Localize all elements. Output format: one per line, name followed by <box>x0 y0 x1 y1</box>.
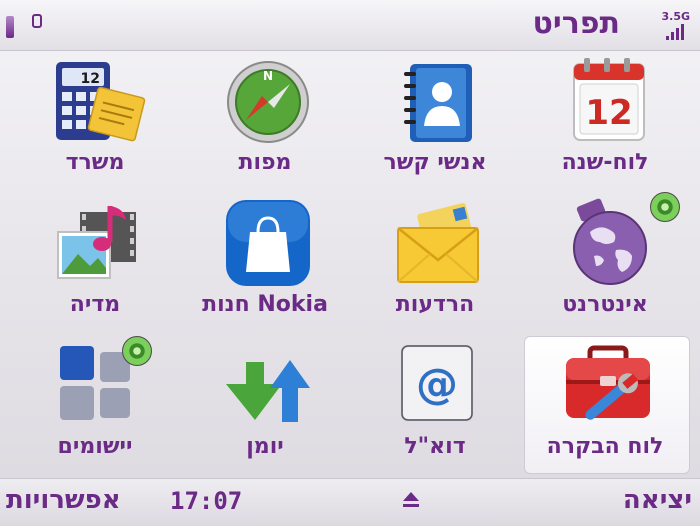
options-softkey[interactable]: אפשרויות <box>6 485 121 515</box>
nokia-store-bag-icon <box>220 198 316 288</box>
internet-globe-icon <box>560 198 656 288</box>
softkey-bar: אפשרויות 17:07 יציאה <box>0 478 700 526</box>
page-title: תפריט <box>532 6 621 41</box>
grid-item-label: דוא"ל <box>404 434 466 459</box>
eject-icon[interactable] <box>400 489 422 511</box>
grid-item-contacts[interactable]: אנשי קשר <box>350 50 520 192</box>
grid-item-applications[interactable]: יישומים <box>10 334 180 476</box>
compass-letter: N <box>263 69 273 83</box>
calendar-day: 12 <box>585 93 632 133</box>
menu-screen: תפריט 3.5G 12 לוח-שנה אנשי קשר N מפות 12… <box>0 0 700 526</box>
grid-item-label: לוח-שנה <box>561 150 649 175</box>
messaging-envelope-icon <box>390 198 486 288</box>
grid-item-email[interactable]: @ דוא"ל <box>350 334 520 476</box>
new-content-indicator-icon <box>122 336 152 366</box>
app-grid: 12 לוח-שנה אנשי קשר N מפות 12 משרד אינטר… <box>10 50 690 475</box>
at-symbol: @ <box>416 359 458 408</box>
calendar-icon: 12 <box>560 56 656 146</box>
network-type-label: 3.5G <box>661 10 690 23</box>
calculator-display: 12 <box>81 71 100 87</box>
exit-softkey[interactable]: יציאה <box>623 485 692 515</box>
media-icon <box>50 198 146 288</box>
grid-item-label: לוח הבקרה <box>546 434 664 459</box>
grid-item-label: משרד <box>65 150 125 175</box>
battery-icon <box>6 16 14 38</box>
grid-item-messaging[interactable]: הרדעות <box>350 192 520 334</box>
grid-item-label: חנות Nokia <box>202 292 328 317</box>
battery-indicator <box>6 10 46 40</box>
grid-item-internet[interactable]: אינטרנט <box>520 192 690 334</box>
grid-item-label: אנשי קשר <box>383 150 487 175</box>
grid-item-log[interactable]: יומן <box>180 334 350 476</box>
grid-item-control-panel[interactable]: לוח הבקרה <box>520 334 690 476</box>
grid-item-label: יישומים <box>57 434 133 459</box>
compass-icon: N <box>220 56 316 146</box>
grid-item-media[interactable]: מדיה <box>10 192 180 334</box>
grid-item-label: מפות <box>238 150 292 175</box>
control-panel-toolbox-icon <box>560 340 656 430</box>
grid-item-maps[interactable]: N מפות <box>180 50 350 192</box>
grid-item-nokia-store[interactable]: חנות Nokia <box>180 192 350 334</box>
title-bar: תפריט 3.5G <box>0 0 700 51</box>
email-at-icon: @ <box>390 340 486 430</box>
signal-bars-icon <box>666 24 684 40</box>
grid-item-label: אינטרנט <box>562 292 648 317</box>
grid-item-label: יומן <box>246 434 284 459</box>
log-arrows-icon <box>220 340 316 430</box>
grid-item-label: הרדעות <box>395 292 475 317</box>
clock: 17:07 <box>170 487 243 515</box>
signal-indicator: 3.5G <box>656 10 690 42</box>
office-calculator-icon: 12 <box>50 56 146 146</box>
grid-item-label: מדיה <box>69 292 121 317</box>
new-content-indicator-icon <box>650 192 680 222</box>
keylock-icon <box>32 14 42 28</box>
grid-item-calendar[interactable]: 12 לוח-שנה <box>520 50 690 192</box>
contacts-icon <box>390 56 486 146</box>
grid-item-office[interactable]: 12 משרד <box>10 50 180 192</box>
